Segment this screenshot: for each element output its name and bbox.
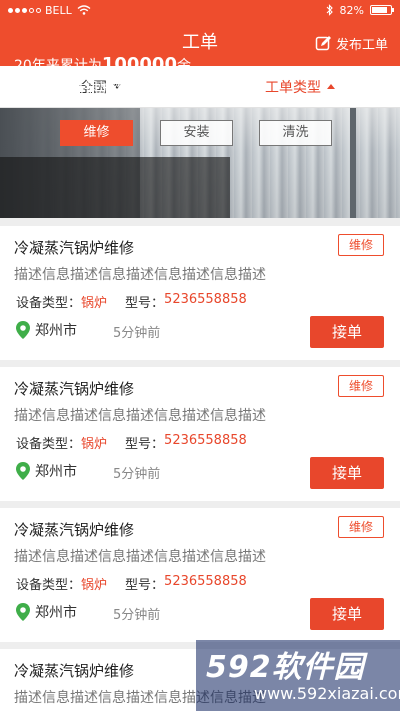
banner-headline-number: 100000	[101, 54, 177, 75]
order-title: 冷凝蒸汽锅炉维修	[14, 662, 135, 680]
order-time: 5分钟前	[113, 326, 161, 341]
caret-up-icon	[327, 84, 335, 89]
publish-order-label: 发布工单	[335, 37, 388, 53]
bluetooth-icon	[326, 4, 333, 16]
banner-headline-suffix: 余	[176, 58, 191, 74]
banner-headline: 20年来累计为100000余	[14, 54, 191, 75]
model-value: 5236558858	[164, 292, 247, 307]
accept-order-button[interactable]: 接单	[310, 316, 384, 348]
publish-order-button[interactable]: 发布工单	[315, 20, 388, 66]
order-type-badge: 维修	[338, 516, 384, 538]
carrier-name: BELL	[45, 3, 72, 17]
accept-order-button[interactable]: 接单	[310, 457, 384, 489]
tab-clean[interactable]: 清洗	[259, 120, 332, 146]
order-type-filter-label: 工单类型	[265, 79, 321, 96]
order-title: 冷凝蒸汽锅炉维修	[14, 239, 135, 257]
order-time: 5分钟前	[113, 467, 161, 482]
accept-order-button[interactable]: 接单	[310, 598, 384, 630]
order-card[interactable]: 冷凝蒸汽锅炉维修 维修 描述信息描述信息描述信息描述信息描述 设备类型： 锅炉 …	[0, 367, 400, 501]
wifi-icon	[77, 5, 91, 15]
location-pin-icon	[16, 603, 30, 621]
model-label: 型号：	[125, 437, 165, 452]
order-card[interactable]: 冷凝蒸汽锅炉维修 维修 描述信息描述信息描述信息描述信息描述 设备类型： 锅炉 …	[0, 226, 400, 360]
order-description: 描述信息描述信息描述信息描述信息描述	[14, 267, 266, 283]
banner-subline: 家客户提供锅炉维修服务	[14, 81, 168, 97]
order-city: 郑州市	[35, 323, 77, 339]
status-bar: BELL 82%	[0, 0, 400, 20]
order-type-filter[interactable]: 工单类型	[200, 66, 400, 107]
order-location: 郑州市	[16, 461, 77, 481]
watermark-url: www.592xiazai.com	[254, 684, 400, 703]
order-description: 描述信息描述信息描述信息描述信息描述	[14, 408, 266, 424]
signal-strength-icon	[8, 7, 41, 13]
tab-repair[interactable]: 维修	[60, 120, 133, 146]
location-pin-icon	[16, 321, 30, 339]
equipment-type-label: 设备类型：	[16, 296, 82, 311]
equipment-type-label: 设备类型：	[16, 437, 82, 452]
equipment-type-label: 设备类型：	[16, 578, 82, 593]
banner-caption-backdrop	[0, 157, 230, 218]
order-title: 冷凝蒸汽锅炉维修	[14, 380, 135, 398]
model-label: 型号：	[125, 578, 165, 593]
order-city: 郑州市	[35, 464, 77, 480]
order-type-badge: 维修	[338, 234, 384, 256]
banner-headline-prefix: 20年来累计为	[14, 58, 102, 74]
order-meta: 设备类型： 锅炉 型号： 5236558858	[16, 433, 247, 452]
order-type-badge: 维修	[338, 375, 384, 397]
order-meta: 设备类型： 锅炉 型号： 5236558858	[16, 574, 247, 593]
battery-percent: 82%	[339, 3, 364, 17]
order-location: 郑州市	[16, 602, 77, 622]
battery-icon	[370, 5, 394, 15]
order-location: 郑州市	[16, 320, 77, 340]
model-label: 型号：	[125, 296, 165, 311]
edit-icon	[315, 35, 331, 50]
model-value: 5236558858	[164, 574, 247, 589]
location-pin-icon	[16, 462, 30, 480]
order-title: 冷凝蒸汽锅炉维修	[14, 521, 135, 539]
banner-photo-pipe	[350, 108, 356, 218]
equipment-type-value: 锅炉	[81, 296, 108, 311]
order-city: 郑州市	[35, 605, 77, 621]
tab-install[interactable]: 安装	[160, 120, 233, 146]
model-value: 5236558858	[164, 433, 247, 448]
order-meta: 设备类型： 锅炉 型号： 5236558858	[16, 292, 247, 311]
battery-level	[372, 7, 387, 13]
order-card[interactable]: 冷凝蒸汽锅炉维修 维修 描述信息描述信息描述信息描述信息描述 设备类型： 锅炉 …	[0, 508, 400, 642]
equipment-type-value: 锅炉	[81, 578, 108, 593]
watermark-logo: 592软件园	[206, 650, 365, 685]
order-description: 描述信息描述信息描述信息描述信息描述	[14, 549, 266, 565]
order-time: 5分钟前	[113, 608, 161, 623]
equipment-type-value: 锅炉	[81, 437, 108, 452]
